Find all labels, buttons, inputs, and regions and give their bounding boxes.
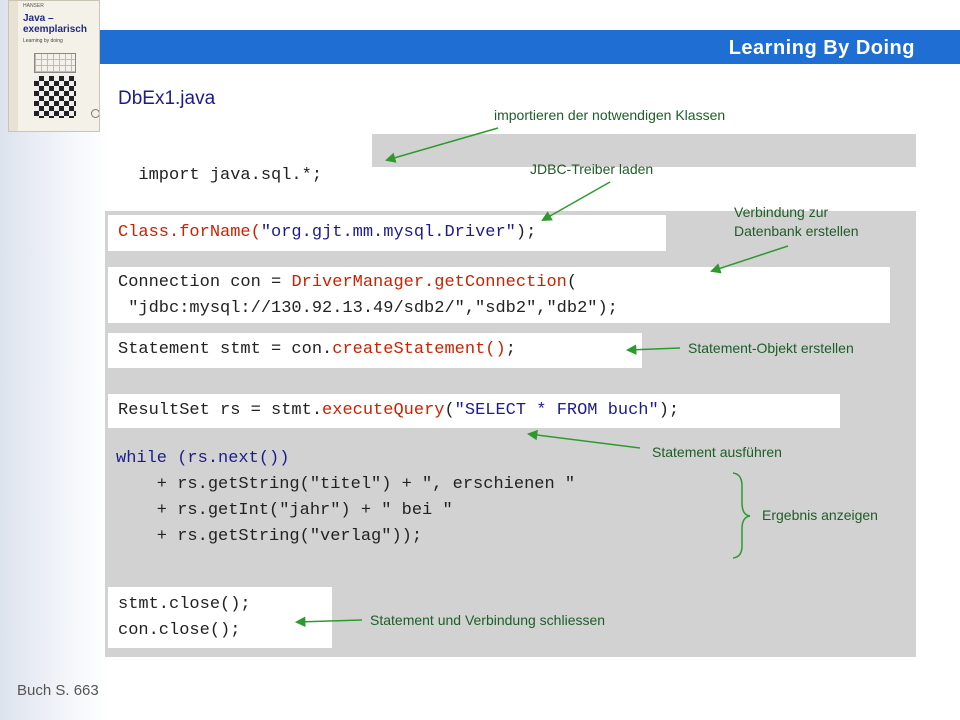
arrow-imports: [384, 127, 499, 163]
arrow-connection: [710, 245, 789, 274]
arrow-statement: [625, 344, 681, 355]
arrow-load-driver: [541, 181, 611, 222]
arrow-execute: [526, 429, 641, 449]
annotation-arrows: [294, 127, 789, 627]
arrow-close: [294, 616, 363, 627]
result-brace: [732, 472, 751, 559]
book-page-reference: Buch S. 663: [17, 682, 99, 699]
